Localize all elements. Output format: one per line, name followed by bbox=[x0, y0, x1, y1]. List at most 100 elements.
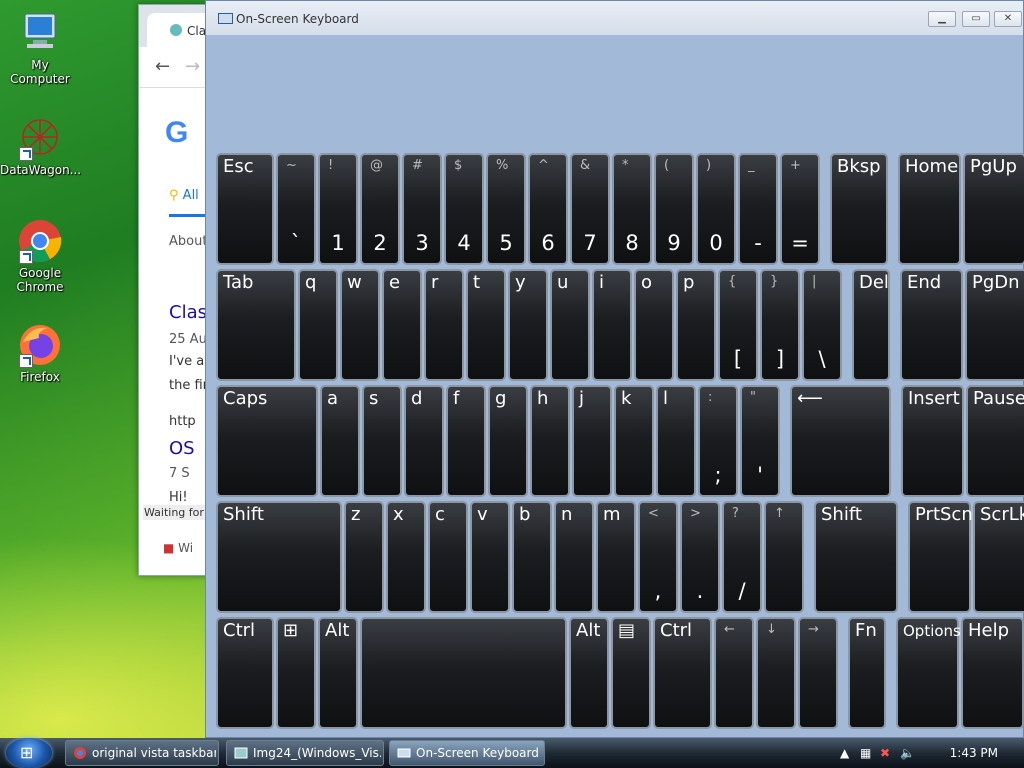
key[interactable]: x bbox=[386, 501, 426, 613]
key[interactable]: r bbox=[424, 269, 464, 381]
minimize-button[interactable]: ▁ bbox=[928, 11, 956, 27]
key[interactable]: Help bbox=[961, 617, 1024, 729]
key-label: Ctrl bbox=[660, 620, 693, 641]
result-title[interactable]: Clas bbox=[169, 302, 207, 323]
key[interactable]: Ctrl bbox=[216, 617, 274, 729]
key[interactable]: + = bbox=[780, 153, 820, 265]
key[interactable]: Caps bbox=[216, 385, 318, 497]
key[interactable]: Home bbox=[898, 153, 961, 265]
result-title-2[interactable]: OS bbox=[169, 438, 195, 459]
key[interactable]: e bbox=[382, 269, 422, 381]
key[interactable]: Fn bbox=[848, 617, 886, 729]
key[interactable]: f bbox=[446, 385, 486, 497]
key[interactable]: $4 bbox=[444, 153, 484, 265]
key[interactable]: :; bbox=[698, 385, 738, 497]
key[interactable]: b bbox=[512, 501, 552, 613]
close-button[interactable]: ✕ bbox=[994, 11, 1022, 27]
key[interactable]: j bbox=[572, 385, 612, 497]
key[interactable]: o bbox=[634, 269, 674, 381]
osk-titlebar[interactable]: On-Screen Keyboard ▁ ▭ ✕ bbox=[206, 1, 1023, 35]
key[interactable]: Alt bbox=[318, 617, 358, 729]
key[interactable]: a bbox=[320, 385, 360, 497]
security-alert-icon[interactable]: ✖ bbox=[880, 746, 890, 760]
key[interactable]: m bbox=[596, 501, 636, 613]
key[interactable]: Bksp bbox=[830, 153, 888, 265]
key[interactable]: c bbox=[428, 501, 468, 613]
key[interactable]: ← bbox=[714, 617, 754, 729]
key[interactable]: }] bbox=[760, 269, 800, 381]
key[interactable]: Shift bbox=[216, 501, 342, 613]
key[interactable]: PgDn bbox=[965, 269, 1024, 381]
key[interactable]: Ctrl bbox=[653, 617, 712, 729]
key[interactable]: Shift bbox=[814, 501, 898, 613]
key[interactable]: ⟵ bbox=[790, 385, 891, 497]
desktop-icon-firefox[interactable]: Firefox bbox=[0, 322, 80, 384]
key[interactable]: l bbox=[656, 385, 696, 497]
key[interactable]: ↓ bbox=[756, 617, 796, 729]
key[interactable]: PrtScn bbox=[908, 501, 973, 613]
desktop-icon-google-chrome[interactable]: Google Chrome bbox=[0, 218, 80, 294]
key[interactable]: ? / bbox=[722, 501, 762, 613]
desktop-icon-my-computer[interactable]: My Computer bbox=[0, 10, 80, 86]
key[interactable]: #3 bbox=[402, 153, 442, 265]
key[interactable]: Options bbox=[896, 617, 961, 729]
key[interactable]: t bbox=[466, 269, 506, 381]
key[interactable]: Tab bbox=[216, 269, 296, 381]
key[interactable]: g bbox=[488, 385, 528, 497]
network-icon[interactable]: ▦ bbox=[860, 746, 871, 760]
key[interactable]: & 7 bbox=[570, 153, 610, 265]
key[interactable]: v bbox=[470, 501, 510, 613]
key[interactable]: ~ ` bbox=[276, 153, 316, 265]
taskbar-item-image[interactable]: Img24_(Windows_Vis... bbox=[226, 740, 384, 766]
key[interactable]: n bbox=[554, 501, 594, 613]
clock[interactable]: 1:43 PM bbox=[950, 746, 998, 760]
key[interactable]: Del bbox=[852, 269, 890, 381]
search-tab-all[interactable]: ⚲ All bbox=[169, 188, 199, 203]
key[interactable]: y bbox=[508, 269, 548, 381]
key[interactable]: * 8 bbox=[612, 153, 652, 265]
key[interactable]: w bbox=[340, 269, 380, 381]
key[interactable]: p bbox=[676, 269, 716, 381]
key[interactable]: (9 bbox=[654, 153, 694, 265]
key[interactable]: Insert bbox=[901, 385, 964, 497]
key[interactable]: PgUp bbox=[963, 153, 1024, 265]
key[interactable]: i bbox=[592, 269, 632, 381]
key[interactable]: ↑ bbox=[764, 501, 804, 613]
key[interactable]: ^ 6 bbox=[528, 153, 568, 265]
forward-icon[interactable]: → bbox=[185, 56, 200, 77]
key[interactable] bbox=[360, 617, 567, 729]
key[interactable]: d bbox=[404, 385, 444, 497]
key[interactable]: Esc bbox=[216, 153, 274, 265]
key[interactable]: _ - bbox=[738, 153, 778, 265]
key[interactable]: <, bbox=[638, 501, 678, 613]
key[interactable]: ▤ bbox=[611, 617, 651, 729]
key[interactable]: @2 bbox=[360, 153, 400, 265]
key[interactable]: " ' bbox=[740, 385, 780, 497]
key[interactable]: s bbox=[362, 385, 402, 497]
maximize-button[interactable]: ▭ bbox=[962, 11, 990, 27]
key[interactable]: {[ bbox=[718, 269, 758, 381]
key[interactable]: | \ bbox=[802, 269, 842, 381]
key[interactable]: → bbox=[798, 617, 838, 729]
key[interactable]: q bbox=[298, 269, 338, 381]
key[interactable]: ! 1 bbox=[318, 153, 358, 265]
key[interactable]: Pause bbox=[966, 385, 1024, 497]
key[interactable]: ScrLk bbox=[973, 501, 1024, 613]
key[interactable]: u bbox=[550, 269, 590, 381]
volume-icon[interactable]: 🔈 bbox=[900, 746, 915, 760]
taskbar-item-osk[interactable]: On-Screen Keyboard bbox=[389, 740, 545, 766]
key[interactable]: ⊞ bbox=[276, 617, 316, 729]
back-icon[interactable]: ← bbox=[155, 56, 170, 77]
desktop-icon-datawagon[interactable]: DataWagon... bbox=[0, 115, 81, 177]
key[interactable]: k bbox=[614, 385, 654, 497]
key[interactable]: h bbox=[530, 385, 570, 497]
start-button[interactable]: ⊞ bbox=[6, 738, 52, 768]
key[interactable]: Alt bbox=[569, 617, 609, 729]
show-hidden-icons[interactable]: ▲ bbox=[840, 746, 849, 760]
key[interactable]: >. bbox=[680, 501, 720, 613]
key[interactable]: % 5 bbox=[486, 153, 526, 265]
key[interactable]: ) 0 bbox=[696, 153, 736, 265]
key[interactable]: z bbox=[344, 501, 384, 613]
key[interactable]: End bbox=[900, 269, 963, 381]
taskbar-item-chrome[interactable]: original vista taskbar ... bbox=[65, 740, 219, 766]
